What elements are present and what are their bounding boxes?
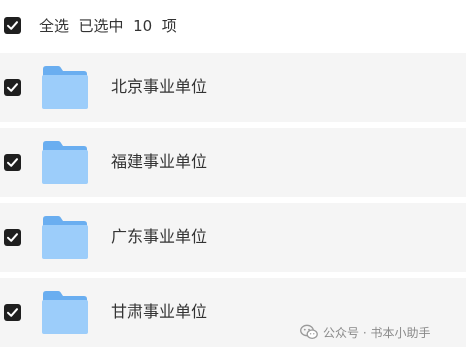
checkmark-icon bbox=[7, 83, 18, 92]
select-all-checkbox[interactable] bbox=[4, 17, 21, 34]
watermark: 公众号 · 书本小助手 bbox=[300, 322, 430, 342]
item-label: 甘肃事业单位 bbox=[111, 302, 208, 321]
checkmark-icon bbox=[7, 308, 18, 317]
watermark-text: 公众号 · 书本小助手 bbox=[323, 325, 431, 340]
item-checkbox[interactable] bbox=[4, 304, 21, 321]
list-item[interactable]: 广东事业单位 bbox=[0, 203, 466, 272]
list-item[interactable]: 福建事业单位 bbox=[0, 128, 466, 197]
checkmark-icon bbox=[7, 158, 18, 167]
item-label: 福建事业单位 bbox=[111, 152, 208, 171]
folder-icon bbox=[41, 140, 89, 185]
item-checkbox[interactable] bbox=[4, 229, 21, 246]
checkmark-icon bbox=[7, 21, 18, 30]
checkmark-icon bbox=[7, 233, 18, 242]
folder-icon bbox=[41, 65, 89, 110]
folder-icon bbox=[41, 215, 89, 260]
selection-header: 全选 已选中 10 项 bbox=[0, 0, 466, 52]
wechat-icon bbox=[300, 324, 318, 340]
item-label: 广东事业单位 bbox=[111, 227, 208, 246]
folder-icon bbox=[41, 290, 89, 335]
list-item[interactable]: 北京事业单位 bbox=[0, 53, 466, 122]
item-label: 北京事业单位 bbox=[111, 77, 208, 96]
selection-summary: 全选 已选中 10 项 bbox=[39, 17, 177, 35]
item-checkbox[interactable] bbox=[4, 154, 21, 171]
item-checkbox[interactable] bbox=[4, 79, 21, 96]
